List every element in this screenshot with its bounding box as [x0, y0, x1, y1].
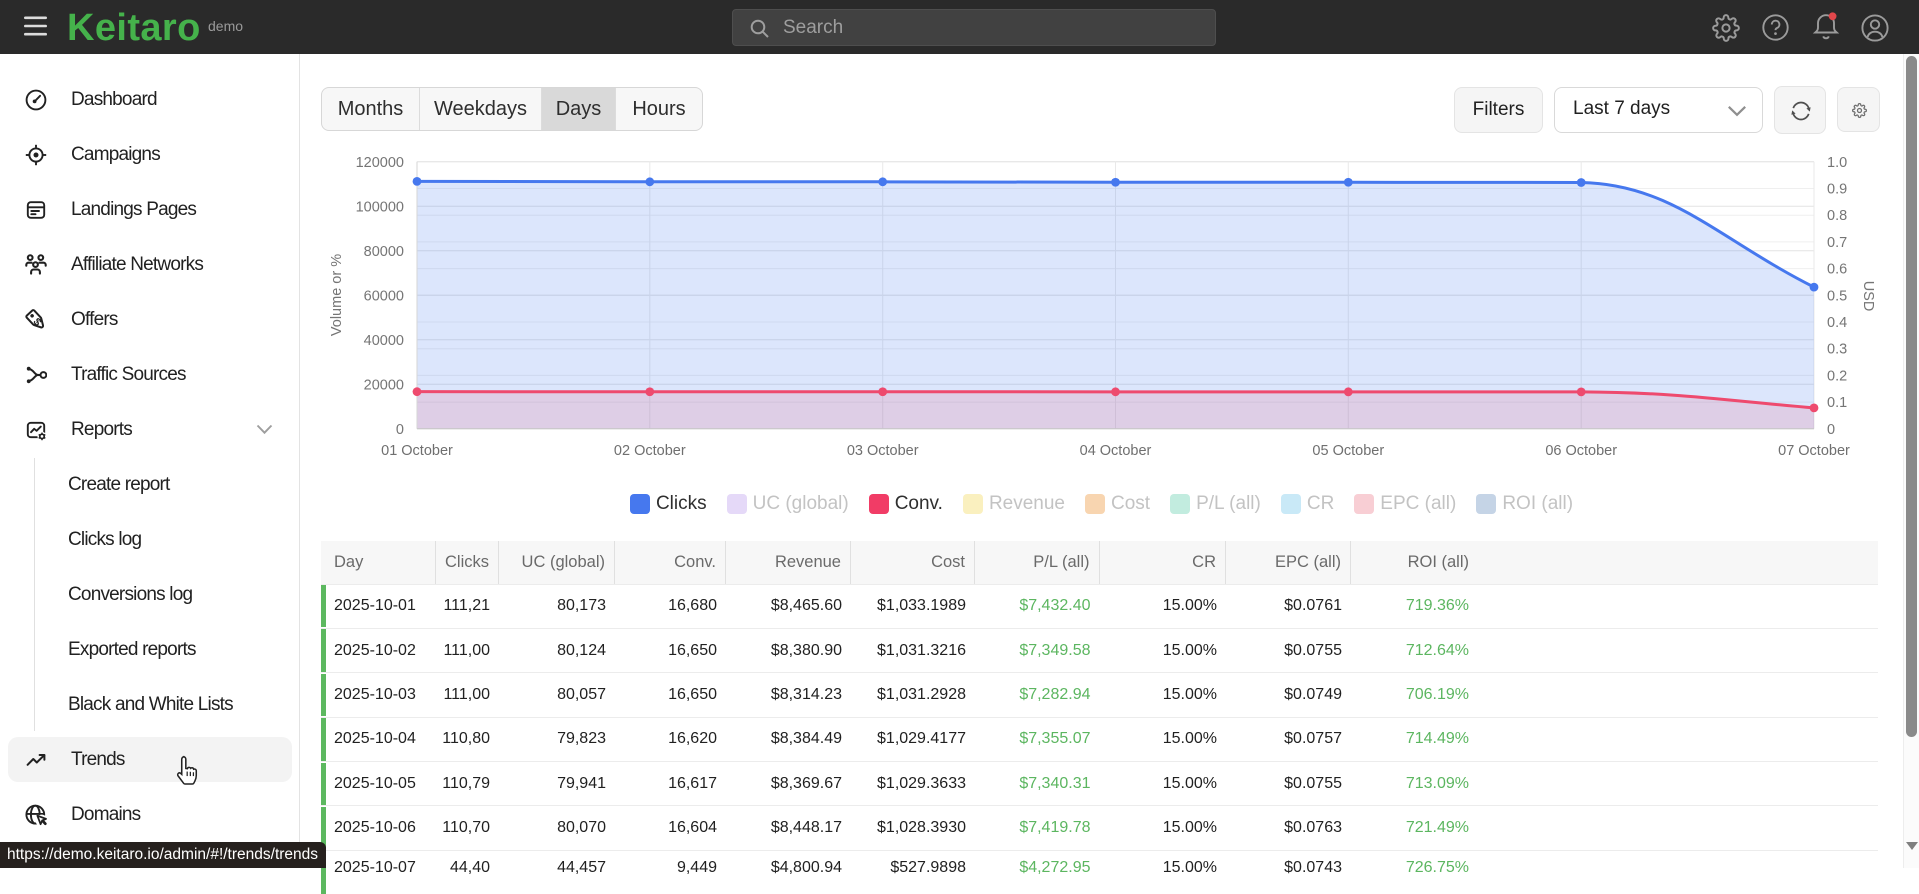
svg-text:02 October: 02 October [614, 443, 686, 459]
svg-text:0.4: 0.4 [1827, 315, 1847, 331]
svg-text:0: 0 [1827, 422, 1835, 438]
svg-text:04 October: 04 October [1080, 443, 1152, 459]
svg-text:120000: 120000 [356, 155, 404, 171]
svg-text:03 October: 03 October [847, 443, 919, 459]
svg-text:60000: 60000 [364, 288, 404, 304]
svg-text:0.8: 0.8 [1827, 208, 1847, 224]
svg-text:0.7: 0.7 [1827, 235, 1847, 251]
svg-text:80000: 80000 [364, 244, 404, 260]
svg-text:USD: USD [1860, 281, 1876, 312]
svg-text:0.2: 0.2 [1827, 368, 1847, 384]
svg-text:Volume or %: Volume or % [329, 254, 345, 336]
svg-text:0: 0 [396, 422, 404, 438]
svg-text:07 October: 07 October [1778, 443, 1850, 459]
svg-text:20000: 20000 [364, 377, 404, 393]
svg-text:0.1: 0.1 [1827, 395, 1847, 411]
svg-text:06 October: 06 October [1545, 443, 1617, 459]
svg-text:05 October: 05 October [1312, 443, 1384, 459]
svg-text:0.5: 0.5 [1827, 288, 1847, 304]
svg-text:40000: 40000 [364, 333, 404, 349]
svg-text:0.3: 0.3 [1827, 342, 1847, 358]
svg-text:1.0: 1.0 [1827, 155, 1847, 171]
svg-text:0.9: 0.9 [1827, 182, 1847, 198]
svg-text:100000: 100000 [356, 199, 404, 215]
svg-text:0.6: 0.6 [1827, 262, 1847, 278]
svg-text:01 October: 01 October [381, 443, 453, 459]
